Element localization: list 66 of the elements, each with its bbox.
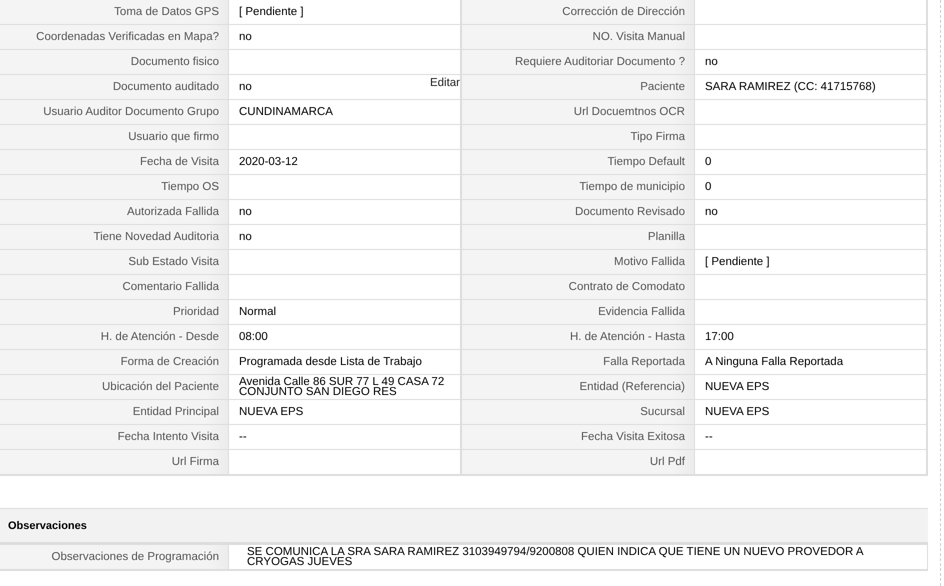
field-label: Falla Reportada — [462, 350, 695, 375]
field-label: Forma de Creación — [0, 350, 229, 375]
field-label: Fecha de Visita — [0, 150, 229, 175]
value-text: -- — [239, 432, 247, 442]
value-text: 0 — [705, 182, 712, 192]
field-label: Url Docuemtnos OCR — [462, 100, 695, 125]
value-text: NUEVA EPS — [705, 407, 770, 417]
field-label: Documento Revisado — [462, 200, 695, 225]
value-text: A Ninguna Falla Reportada — [705, 357, 844, 367]
field-label: Sub Estado Visita — [0, 250, 229, 275]
value-text: no — [239, 82, 252, 92]
value-text: NUEVA EPS — [239, 407, 304, 417]
value-text: CUNDINAMARCA — [239, 107, 333, 117]
value-text: [ Pendiente ] — [705, 257, 770, 267]
field-label: H. de Atención - Desde — [0, 325, 229, 350]
field-label: Entidad (Referencia) — [462, 375, 695, 400]
field-label: Comentario Fallida — [0, 275, 229, 300]
edit-link[interactable]: Editar — [430, 76, 460, 90]
field-label: Fecha Intento Visita — [0, 425, 229, 450]
field-label: Contrato de Comodato — [462, 275, 695, 300]
value-text: [ Pendiente ] — [239, 7, 304, 17]
field-label: Corrección de Dirección — [462, 0, 695, 25]
field-label: Observaciones de Programación — [0, 545, 229, 570]
field-label: Coordenadas Verificadas en Mapa? — [0, 25, 229, 50]
field-label: H. de Atención - Hasta — [462, 325, 695, 350]
field-label: Usuario Auditor Documento Grupo — [0, 100, 229, 125]
field-value: SE COMUNICA LA SRA SARA RAMIREZ 3103949794/9200808 QUIEN INDICA QUE TIENE UN NUEVO PROVEDOR A CRYOGAS JUEVES — [229, 545, 928, 570]
field-label: Tipo Firma — [462, 125, 695, 150]
field-label: NO. Visita Manual — [462, 25, 695, 50]
value-text: no — [239, 232, 252, 242]
field-label: Fecha Visita Exitosa — [462, 425, 695, 450]
value-text: NUEVA EPS — [705, 382, 770, 392]
value-text: no — [705, 57, 718, 67]
field-label: Autorizada Fallida — [0, 200, 229, 225]
field-label: Motivo Fallida — [462, 250, 695, 275]
field-label: Documento fisico — [0, 50, 229, 75]
field-label: Url Pdf — [462, 450, 695, 475]
value-text: Programada desde Lista de Trabajo — [239, 357, 422, 367]
value-text: no — [239, 32, 252, 42]
field-label: Paciente — [462, 75, 695, 100]
field-label: Ubicación del Paciente — [0, 375, 229, 400]
section-header: Observaciones — [0, 508, 928, 545]
field-label: Documento auditado — [0, 75, 229, 100]
value-text: Avenida Calle 86 SUR 77 L 49 CASA 72 CONJUNTO SAN DIEGO RES — [239, 377, 446, 397]
field-label: Url Firma — [0, 450, 229, 475]
value-text: 0 — [705, 157, 712, 167]
field-label: Tiene Novedad Auditoria — [0, 225, 229, 250]
value-text: no — [705, 207, 718, 217]
field-label: Tiempo de municipio — [462, 175, 695, 200]
field-label: Requiere Auditoriar Documento ? — [462, 50, 695, 75]
field-label: Tiempo Default — [462, 150, 695, 175]
value-text: 17:00 — [705, 332, 734, 342]
field-label: Tiempo OS — [0, 175, 229, 200]
field-label: Usuario que firmo — [0, 125, 229, 150]
value-text: 2020-03-12 — [239, 157, 298, 167]
value-text: 08:00 — [239, 332, 268, 342]
value-text: -- — [705, 432, 713, 442]
field-label: Toma de Datos GPS — [0, 0, 229, 25]
field-label: Planilla — [462, 225, 695, 250]
field-label: Evidencia Fallida — [462, 300, 695, 325]
value-text: Normal — [239, 307, 276, 317]
field-label: Sucursal — [462, 400, 695, 425]
field-label: Entidad Principal — [0, 400, 229, 425]
value-text: SARA RAMIREZ (CC: 41715768) — [705, 82, 876, 92]
value-text: no — [239, 207, 252, 217]
field-label: Prioridad — [0, 300, 229, 325]
